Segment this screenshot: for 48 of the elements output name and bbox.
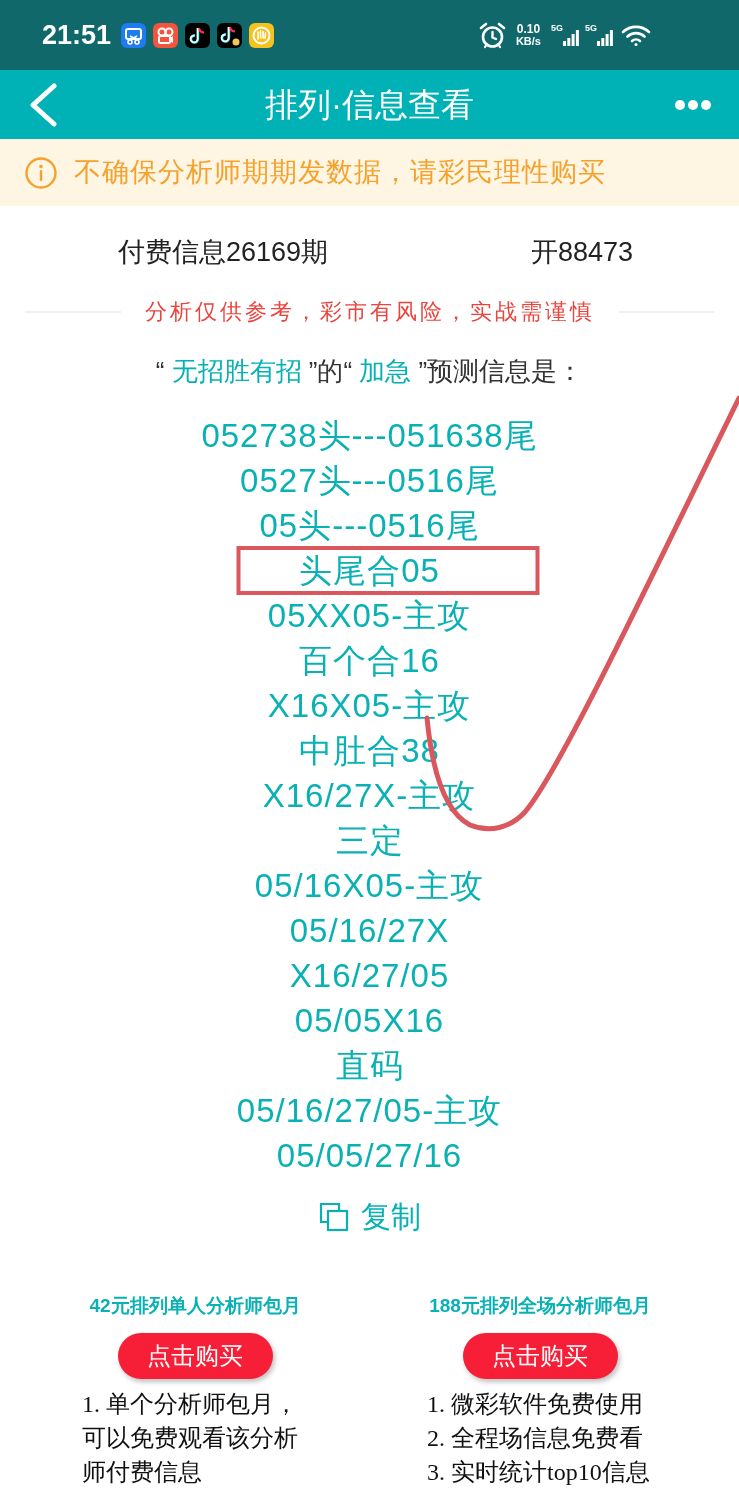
draw-result: 开88473 [530, 238, 633, 266]
prediction-line: 0527头---0516尾 [240, 464, 499, 497]
prediction-line: 05XX05-主攻 [267, 599, 472, 632]
feature-text: 3. 实时统计top10信息 [427, 1458, 651, 1487]
buy-button[interactable]: 点击购买 [462, 1333, 618, 1379]
network-speed: 0.10 [516, 23, 541, 35]
alarm-clock-icon [478, 21, 506, 49]
clock-time: 21:51 [42, 21, 112, 49]
prediction-line: X16/27/05 [289, 959, 450, 992]
network-type: 5G [550, 24, 563, 33]
prediction-line: 05头---0516尾 [259, 509, 480, 542]
info-icon [25, 156, 57, 189]
music-note-app-icon[interactable] [185, 22, 211, 48]
prediction-line: 052738头---051638尾 [201, 419, 538, 452]
buy-button[interactable]: 点击购买 [117, 1333, 273, 1379]
music-note-app-icon[interactable] [217, 22, 243, 48]
prediction-line: 05/16/27/05-主攻 [236, 1094, 503, 1127]
feature-text: 1. 单个分析师包月，可以免费观看该分析师付费信息 [82, 1390, 299, 1487]
prediction-line: 头尾合05 [299, 554, 440, 587]
back-chevron-icon [28, 82, 58, 127]
plan-title: 42元排列单人分析师包月 [89, 1293, 301, 1317]
disclaimer-text: 分析仅供参考，彩市有风险，实战需谨慎 [144, 301, 595, 323]
speed-unit: KB/s [515, 35, 541, 47]
prediction-heading: “ 无招胜有招 ”的“ 加急 ”预测信息是： [155, 358, 584, 384]
feature-text: 1. 微彩软件免费使用 [427, 1390, 644, 1419]
camera-app-icon[interactable] [153, 22, 179, 48]
prediction-line: 05/05X16 [294, 1004, 445, 1037]
issue-label: 付费信息26169期 [118, 238, 329, 266]
notice-text: 不确保分析师期期发数据，请彩民理性购买 [74, 159, 606, 186]
page-title: 排列·信息查看 [265, 88, 474, 121]
prediction-line: 百个合16 [299, 644, 440, 677]
plan-title: 188元排列全场分析师包月 [429, 1293, 651, 1317]
signal-bars-icon [563, 30, 579, 46]
copy-button[interactable]: 复制 [318, 1202, 421, 1232]
ring-app-icon[interactable] [249, 22, 275, 48]
prediction-line: 05/16X05-主攻 [254, 869, 485, 902]
prediction-line: 05/16/27X [289, 914, 450, 947]
feature-text: 2. 全程场信息免费看 [427, 1424, 644, 1453]
signal-bars-icon [597, 30, 613, 46]
prediction-line: X16X05-主攻 [267, 689, 472, 722]
prediction-line: 三定 [335, 824, 404, 857]
prediction-line: 05/05/27/16 [276, 1139, 463, 1172]
wifi-icon [621, 24, 651, 46]
copy-icon [318, 1202, 349, 1232]
more-dots-icon [675, 99, 711, 110]
prediction-line: 直码 [335, 1049, 404, 1082]
network-type: 5G [585, 24, 597, 33]
cart-app-icon[interactable] [121, 22, 147, 48]
